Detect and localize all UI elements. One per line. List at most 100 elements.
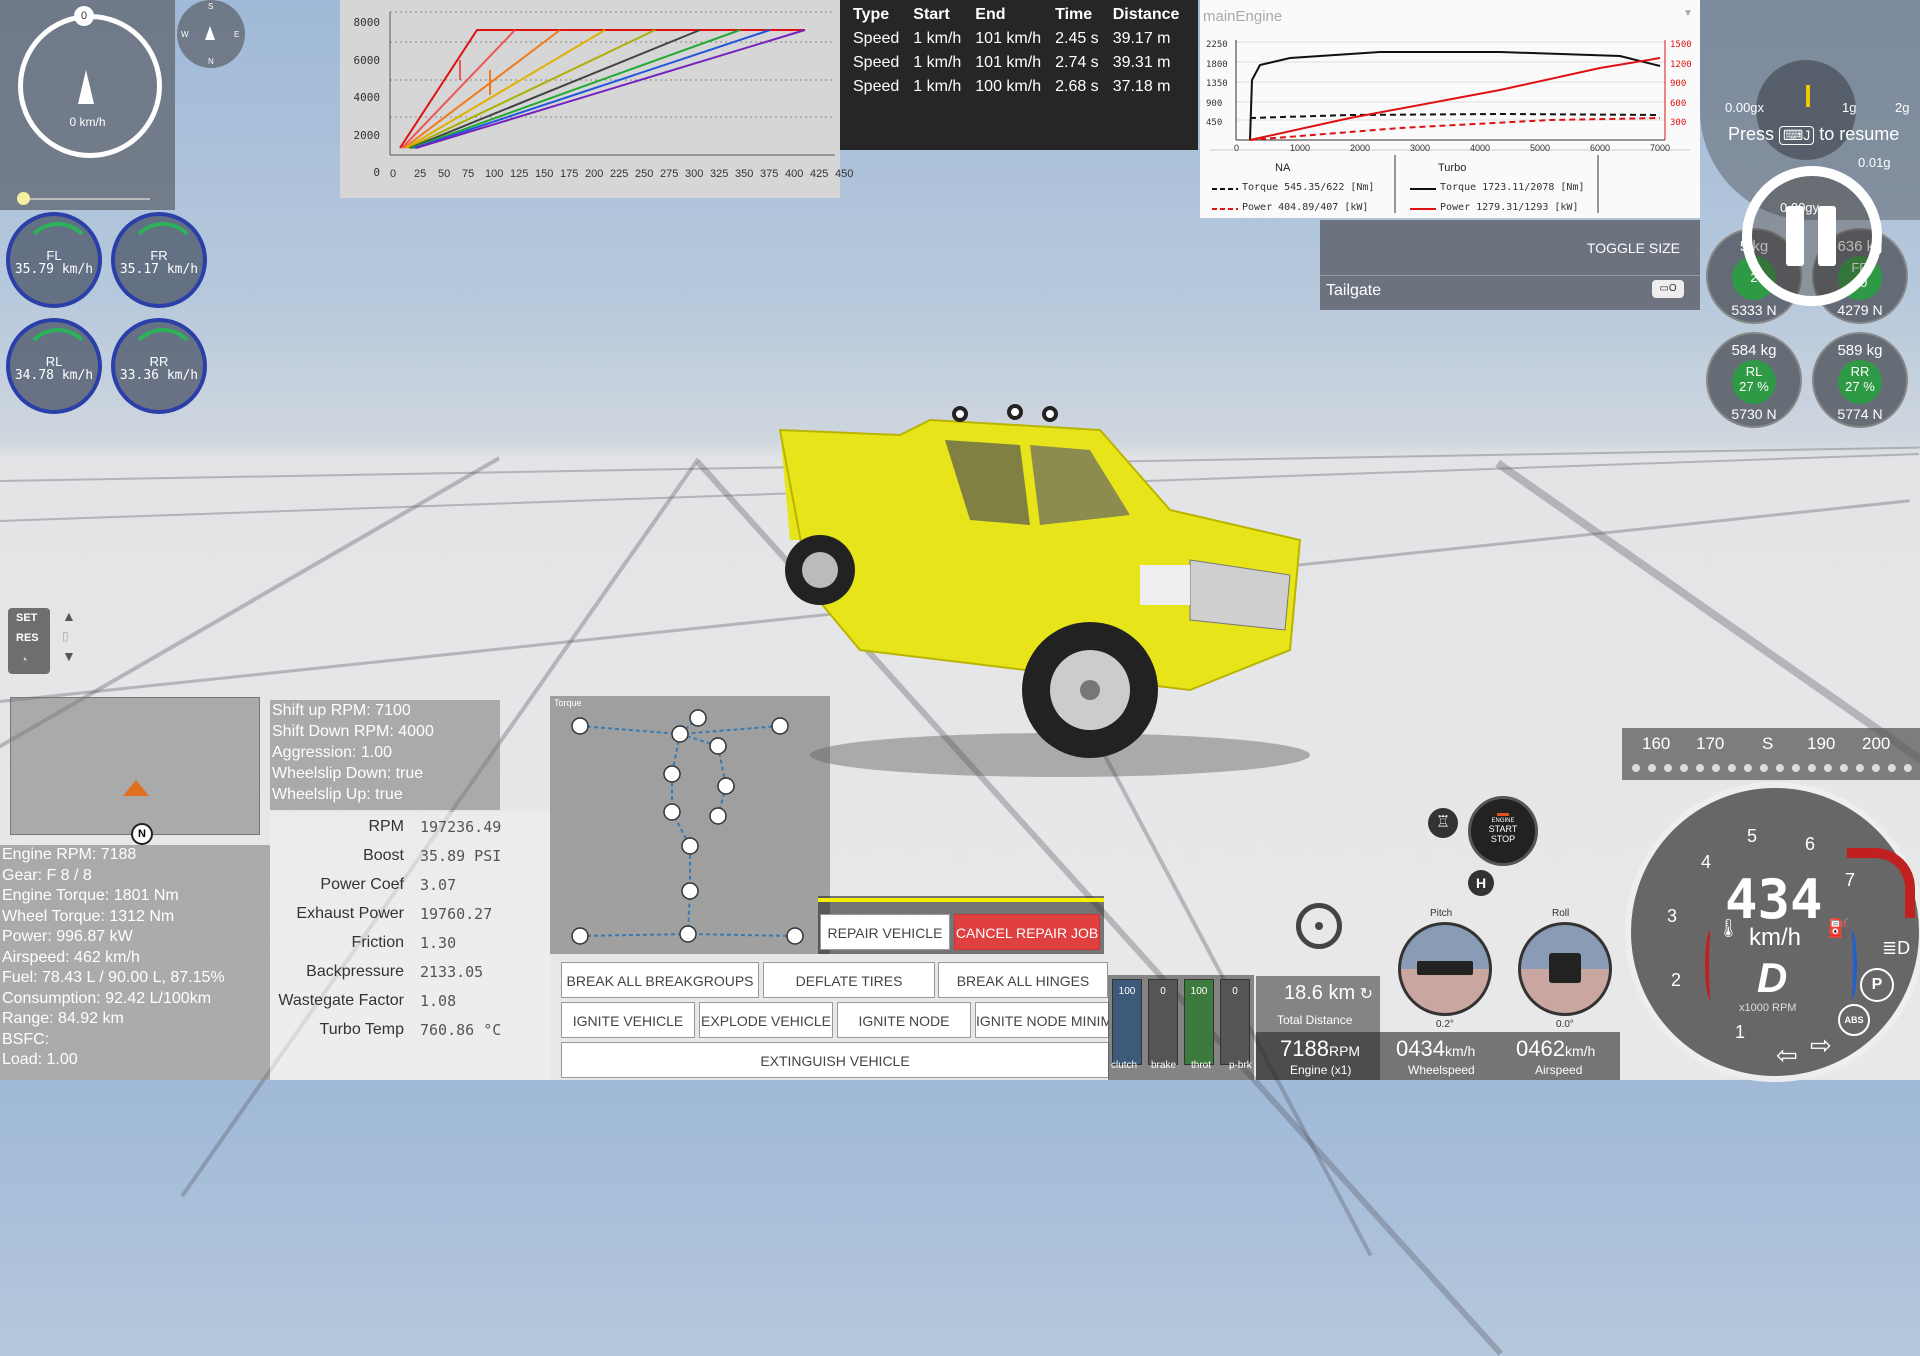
- table-row: Speed 1 km/h 101 km/h 2.45 s 39.17 m: [846, 28, 1186, 52]
- vehicle-info-line: Fuel: 78.43 L / 90.00 L, 87.15%: [2, 969, 225, 986]
- engine-rpm-readout: 7188RPM: [1280, 1036, 1360, 1062]
- wheel-load-kg: 584 kg: [1731, 342, 1777, 359]
- shift-info-panel: Shift up RPM: 7100 Shift Down RPM: 4000 …: [270, 700, 500, 810]
- deflate-tires-button[interactable]: DEFLATE TIRES: [763, 962, 935, 998]
- compass-slider-track[interactable]: [22, 198, 150, 200]
- vehicle-info-line: Range: 84.92 km: [2, 1010, 124, 1027]
- resume-key: J: [1803, 127, 1811, 143]
- pedal-value: 100: [1118, 986, 1136, 997]
- player-arrow-icon: [123, 780, 149, 796]
- rpm-tick: 7: [1845, 870, 1856, 890]
- gforce-marker-icon: [1806, 85, 1810, 107]
- park-brake-indicator: P: [1860, 968, 1894, 1002]
- wheel-load-name: RL: [1745, 364, 1763, 379]
- rpm-tick: 1: [1735, 1022, 1746, 1042]
- timing-header: Start: [913, 6, 950, 23]
- wheel-load-n: 5730 N: [1731, 406, 1777, 422]
- airspeed-value: 0462: [1516, 1036, 1565, 1061]
- shift-info-line: Wheelslip Up: true: [272, 786, 403, 803]
- cruise-down-arrow-icon[interactable]: ▼: [62, 646, 76, 666]
- turbo-label: Friction: [351, 934, 404, 951]
- gear-x-tick: 100: [485, 168, 504, 180]
- reset-icon[interactable]: ↻: [1355, 986, 1373, 1003]
- vehicle-info-line: Load: 1.00: [2, 1051, 78, 1068]
- temperature-icon: 🌡: [1717, 918, 1740, 938]
- vehicle-info-line: Engine RPM: 7188: [2, 846, 137, 863]
- table-row: Speed 1 km/h 100 km/h 2.68 s 37.18 m: [846, 76, 1186, 100]
- cancel-repair-button[interactable]: CANCEL REPAIR JOB: [954, 914, 1100, 950]
- vehicle-controls-panel: TOGGLE SIZE Tailgate ▭O: [1320, 220, 1700, 310]
- timing-cell: 1 km/h: [913, 78, 962, 95]
- break-breakgroups-button[interactable]: BREAK ALL BREAKGROUPS: [561, 962, 759, 998]
- engine-y-right-tick: 300: [1670, 118, 1687, 128]
- airspeed-readout: 0462km/h: [1516, 1036, 1595, 1062]
- keyboard-key-icon[interactable]: ▭O: [1652, 280, 1684, 298]
- wheelspeed-readout: 0434km/h: [1396, 1036, 1475, 1062]
- engine-y-right-tick: 1200: [1670, 59, 1692, 70]
- powertrain-title: Torque: [554, 698, 582, 708]
- speed-unit: km/h: [1749, 924, 1802, 951]
- handbrake-icon: H: [1468, 870, 1494, 896]
- engine-select[interactable]: mainEngine ▼: [1203, 8, 1693, 25]
- ignite-node-button[interactable]: IGNITE NODE: [837, 1002, 971, 1038]
- resume-hint: Press ⌨J to resume: [1728, 124, 1899, 145]
- tailgate-label: Tailgate: [1326, 282, 1382, 299]
- turbo-label: Power Coef: [320, 876, 404, 893]
- chevron-down-icon: ▼: [1683, 8, 1693, 19]
- compass-speed: 0 km/h: [69, 115, 106, 129]
- vehicle-info-line: Airspeed: 462 km/h: [2, 948, 140, 966]
- speedometer-small-icon: ◔: [20, 652, 28, 667]
- wheel-label: RL: [45, 354, 63, 369]
- cruise-set-button[interactable]: SET: [16, 612, 37, 624]
- wheel-load-rl: 584 kg RL 27 % 5730 N: [1706, 332, 1802, 428]
- extinguish-vehicle-button[interactable]: EXTINGUISH VEHICLE: [561, 1042, 1109, 1078]
- turbo-value: 3.07: [420, 876, 457, 894]
- engine-start-stop-button[interactable]: ENGINE START STOP: [1468, 796, 1538, 866]
- ignite-node-minimal-button[interactable]: IGNITE NODE MINIM: [975, 1002, 1109, 1038]
- wheel-speed-value: 34.78 km/h: [14, 368, 94, 383]
- engine-y-right-tick: 600: [1670, 98, 1687, 109]
- truck-front-icon: [1549, 953, 1581, 983]
- engine-x-tick: 5000: [1530, 143, 1551, 153]
- explode-vehicle-button[interactable]: EXPLODE VEHICLE: [699, 1002, 833, 1038]
- cruise-res-button[interactable]: RES: [16, 632, 39, 644]
- compass-widget: 0 0 km/h: [0, 0, 175, 210]
- gear-x-tick: 450: [835, 168, 854, 180]
- vehicle-info-line: Wheel Torque: 1312 Nm: [2, 907, 175, 925]
- pause-icon[interactable]: [1742, 166, 1882, 306]
- ignite-vehicle-button[interactable]: IGNITE VEHICLE: [561, 1002, 695, 1038]
- timing-cell: 101 km/h: [975, 30, 1042, 47]
- gear-indicator: D: [1757, 954, 1788, 1001]
- vehicle-info-line: Engine Torque: 1801 Nm: [2, 887, 179, 904]
- pedal-value: 100: [1190, 986, 1208, 997]
- trip-distance-row: 18.6 km ↻: [1284, 982, 1373, 1005]
- wheel-label: RR: [149, 354, 169, 369]
- cruise-up-arrow-icon[interactable]: ▲: [62, 606, 76, 626]
- engine-x-tick: 1000: [1290, 143, 1311, 153]
- break-hinges-button[interactable]: BREAK ALL HINGES: [938, 962, 1108, 998]
- wheel-speed-fl: FL 35.79 km/h: [6, 212, 102, 308]
- gear-x-tick: 175: [560, 168, 579, 180]
- engine-x-tick: 3000: [1410, 143, 1431, 153]
- gear-y-tick: 6000: [353, 53, 381, 67]
- engine-button-line3: STOP: [1490, 834, 1516, 844]
- repair-vehicle-button[interactable]: REPAIR VEHICLE: [820, 914, 950, 950]
- toggle-size-button[interactable]: TOGGLE SIZE: [1587, 240, 1680, 256]
- engine-select-label: mainEngine: [1203, 8, 1283, 25]
- minimap[interactable]: N: [10, 697, 260, 845]
- rpm-tick: 4: [1701, 852, 1712, 872]
- gear-x-tick: 150: [535, 168, 554, 180]
- wheel-label: FL: [46, 248, 62, 263]
- engine-curve-chart: 2250 1800 1350 900 450 1500 1200 900 600…: [1200, 0, 1700, 218]
- timing-cell: 2.68 s: [1055, 78, 1099, 95]
- gear-x-tick: 300: [685, 168, 704, 180]
- table-row: Speed 1 km/h 101 km/h 2.74 s 39.31 m: [846, 52, 1186, 76]
- rpm-unit: RPM: [1328, 1043, 1361, 1059]
- compass-slider-handle[interactable]: [17, 192, 30, 205]
- airspeed-label: Airspeed: [1535, 1063, 1583, 1077]
- wheel-load-inner: RR 27 %: [1838, 360, 1882, 404]
- powertrain-diagram: Torque: [550, 696, 830, 954]
- gear-speed-chart: 8000 6000 4000 2000 0 0 25 50 75 100 125…: [340, 0, 853, 198]
- wheel-load-n: 5774 N: [1837, 406, 1883, 422]
- timing-cell: 39.17 m: [1112, 30, 1171, 47]
